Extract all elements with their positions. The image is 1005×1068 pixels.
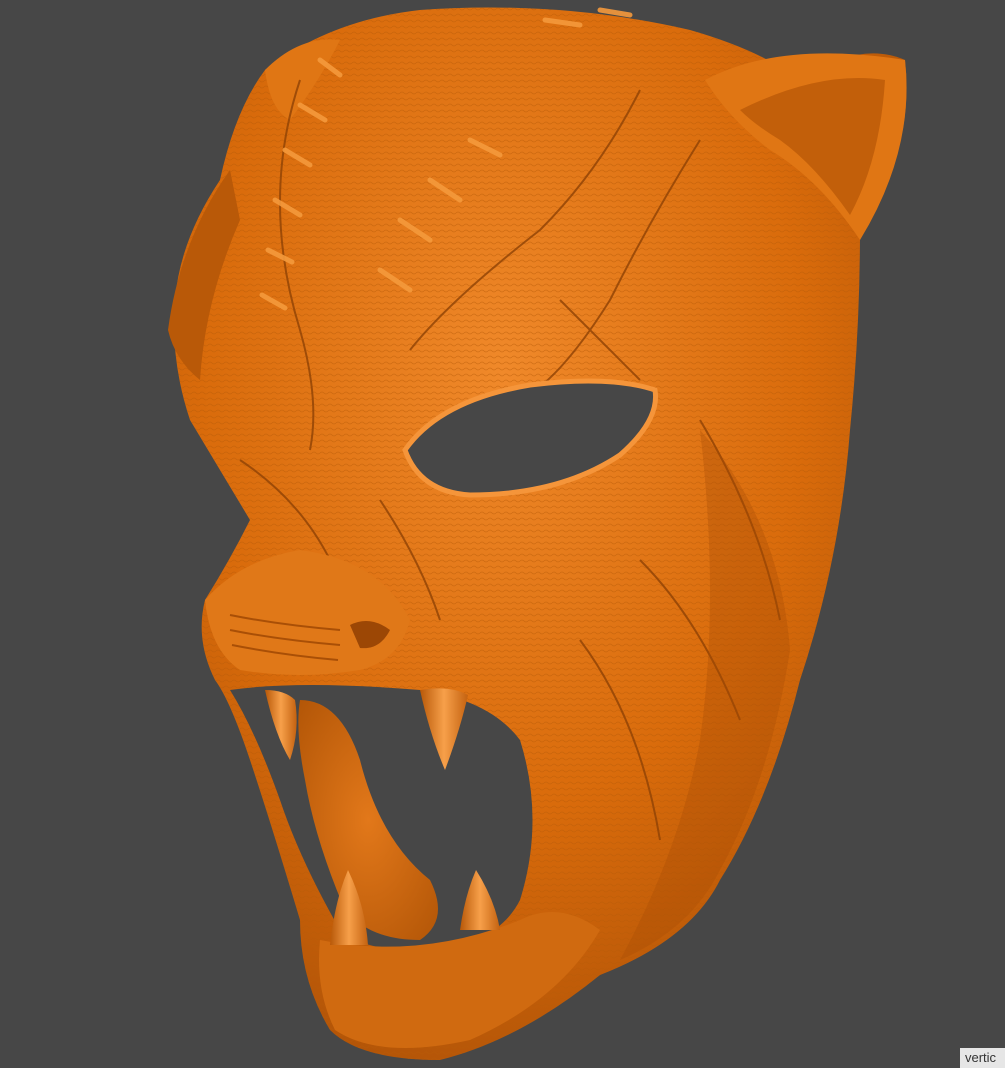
3d-viewport[interactable]: vertic xyxy=(0,0,1005,1068)
panther-mask-model[interactable] xyxy=(0,0,1005,1068)
vertices-count-label: vertic xyxy=(960,1048,1005,1068)
